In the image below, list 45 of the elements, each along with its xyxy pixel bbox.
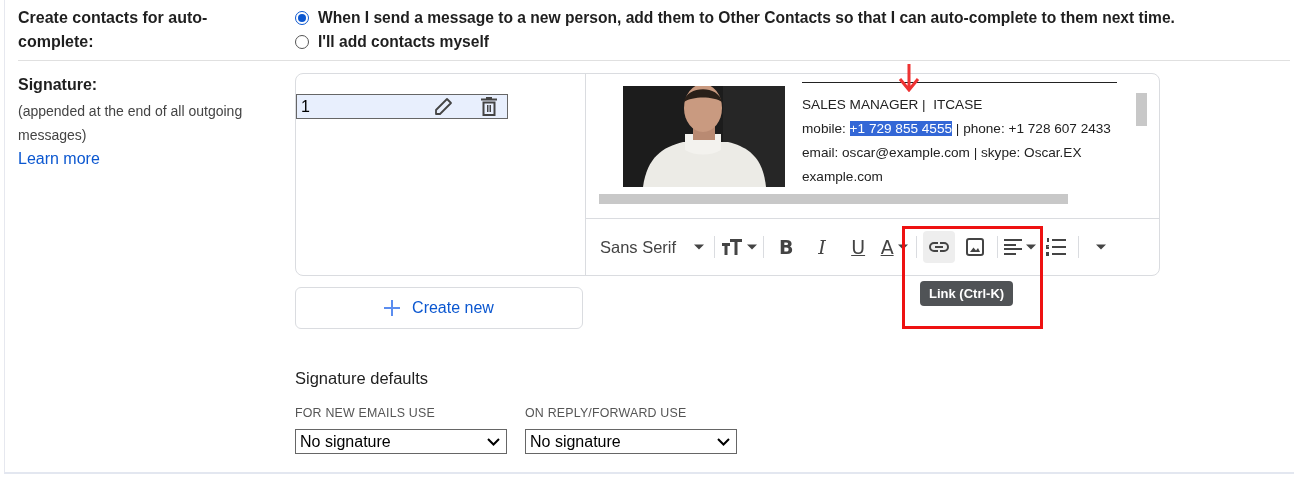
underline-button[interactable]: U <box>842 231 875 263</box>
link-icon <box>928 241 951 253</box>
signature-text: SALES MANAGER | ITCASE <box>802 96 983 114</box>
option-label: I'll add contacts myself <box>318 32 489 52</box>
caret-icon <box>694 244 705 250</box>
create-new-button[interactable]: Create new <box>295 287 583 329</box>
radio-option[interactable]: I'll add contacts myself <box>295 30 1175 54</box>
bold-button[interactable]: B <box>770 231 803 263</box>
align-left-icon <box>1004 239 1023 255</box>
caret-icon <box>1096 244 1107 250</box>
section-heading: Signature defaults <box>295 369 429 388</box>
caret-icon <box>1026 244 1037 250</box>
image-icon <box>966 238 985 256</box>
option-label: When I send a message to a new person, add them to Other Contacts so that I can auto-complete to them next time. <box>318 8 1175 28</box>
link-button[interactable] <box>923 231 956 263</box>
signature-select[interactable]: No signature <box>525 429 737 454</box>
signature-select[interactable]: No signature <box>295 429 507 454</box>
pencil-icon[interactable] <box>433 96 453 117</box>
signature-editor[interactable]: SALES MANAGER | ITCASE mobile: +1 729 855 4555 | phone: +1 728 607 2433 email: oscar@example.com | skype: Oscar.EX example.com <box>586 74 1159 219</box>
tooltip: Link (Ctrl-K) <box>920 281 1014 306</box>
signature-text: mobile: +1 729 855 4555 | phone: +1 728 607 2433 <box>802 120 1111 138</box>
chevron-down-icon <box>717 437 730 446</box>
text-color-button[interactable]: A <box>878 231 911 263</box>
learn-more-link[interactable]: Learn more <box>18 150 100 167</box>
signature-text: example.com <box>802 168 883 186</box>
field-label: ON REPLY/FORWARD USE <box>525 406 688 420</box>
setting-description: (appended at the end of all outgoing messages) <box>18 102 244 145</box>
caret-icon <box>897 244 908 250</box>
chevron-down-icon <box>487 437 500 446</box>
signature-item[interactable]: 1 <box>296 94 508 119</box>
caret-icon <box>747 244 758 250</box>
trash-icon[interactable] <box>481 97 497 116</box>
scrollbar[interactable] <box>1136 93 1147 126</box>
radio-option[interactable]: When I send a message to a new person, add them to Other Contacts so that I can auto-complete to them next time. <box>295 6 1175 30</box>
italic-button[interactable]: I <box>806 231 839 263</box>
font-dropdown[interactable]: Sans Serif <box>596 231 709 263</box>
plus-icon <box>384 300 401 316</box>
setting-label: Signature: <box>18 75 99 95</box>
signature-text: email: oscar@example.com | skype: Oscar.EX <box>802 144 1082 162</box>
numbered-list-icon <box>1046 238 1067 256</box>
field-label: FOR NEW EMAILS USE <box>295 406 436 420</box>
setting-label: Create contacts for auto-complete: <box>18 8 209 52</box>
text-size-icon <box>721 238 744 256</box>
scrollbar[interactable] <box>599 194 1068 204</box>
annotation-arrow <box>898 64 920 92</box>
